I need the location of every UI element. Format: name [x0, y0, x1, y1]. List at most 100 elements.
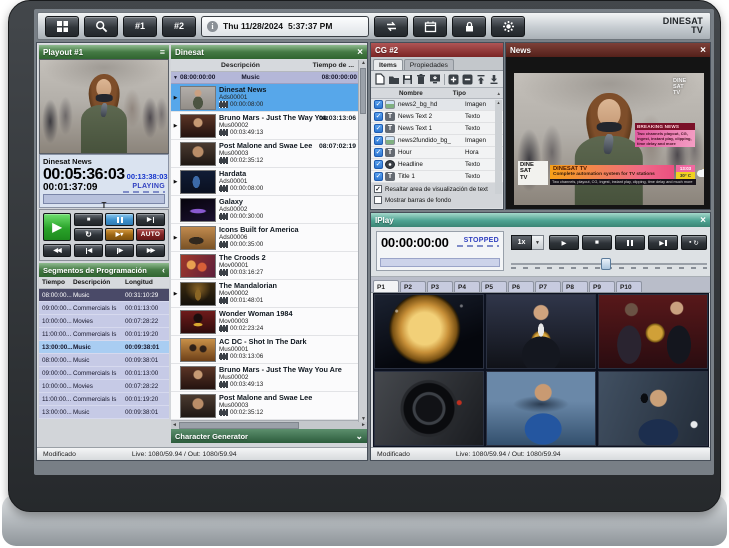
item-checkbox[interactable]: ✓	[374, 100, 383, 109]
segment-row[interactable]: 08:00:00...Music00:31:10:29	[39, 289, 169, 302]
cg-item-row[interactable]: ✓news2fundido_bg_Imagen	[371, 135, 503, 147]
scroll-left-icon[interactable]: ◄	[172, 422, 177, 428]
iplay-clip-trophy-handover[interactable]	[598, 294, 708, 369]
playlist-row[interactable]: ▶Bruno Mars - Just The Way YouMus0000200…	[171, 112, 367, 140]
iplay-titlebar[interactable]: IPlay ×	[371, 213, 710, 227]
loop-button[interactable]: ↻	[74, 228, 103, 241]
iplay-loop-button[interactable]: ▪↻	[681, 235, 707, 250]
iplay-clip-golden-ball[interactable]	[374, 294, 484, 369]
iplay-clip-driver-headset[interactable]	[598, 371, 708, 446]
step-back-button[interactable]: ◀	[74, 244, 103, 257]
step-forward-button[interactable]: ▶	[105, 244, 134, 257]
segment-row[interactable]: 13:00:00...Music00:09:38:01	[39, 341, 169, 354]
iplay-next-button[interactable]: ▶	[648, 235, 678, 250]
cg-item-row[interactable]: ✓news2_bg_hdImagen	[371, 99, 503, 111]
cg-add-button[interactable]	[448, 73, 460, 86]
segment-row[interactable]: 11:00:00...Commercials Is00:01:19:20	[39, 328, 169, 341]
item-checkbox[interactable]: ✓	[374, 112, 383, 121]
playout-titlebar[interactable]: Playout #1 ≡	[39, 45, 169, 59]
chevron-down-icon[interactable]: ▼	[173, 75, 178, 81]
item-checkbox[interactable]: ✓	[374, 160, 383, 169]
rewind-button[interactable]: ◀◀	[43, 244, 71, 257]
vertical-scrollbar[interactable]: ▲ ▼	[358, 60, 367, 422]
cg-new-button[interactable]	[374, 73, 386, 86]
item-checkbox[interactable]: ✓	[374, 124, 383, 133]
playlist-row[interactable]: ▶HardataAds0000100:00:08:00	[171, 168, 367, 196]
playlist-row[interactable]: AC DC - Shot In The DarkMus0000100:03:13…	[171, 336, 367, 364]
play-options-button[interactable]: ▶▾	[105, 228, 134, 241]
horizontal-scrollbar[interactable]: ◄ ►	[171, 420, 367, 429]
segment-row[interactable]: 10:00:00...Movies00:07:28:22	[39, 380, 169, 393]
playlist-row[interactable]: Bruno Mars - Just The Way You AreMus0000…	[171, 364, 367, 392]
playlist-row[interactable]: Wonder Woman 1984Mov0000300:02:23:24	[171, 308, 367, 336]
iplay-clip-black-watch[interactable]	[374, 371, 484, 446]
playlist-row[interactable]: The Croods 2Mov0000100:03:16:27	[171, 252, 367, 280]
item-checkbox[interactable]: ✓	[374, 172, 383, 181]
cg-titlebar[interactable]: CG #2	[371, 43, 503, 57]
segment-row[interactable]: 08:00:00...Music00:09:38:01	[39, 354, 169, 367]
segment-row[interactable]: 09:00:00...Commercials Is00:01:13:00	[39, 367, 169, 380]
pause-button[interactable]	[105, 213, 134, 226]
collapse-left-icon[interactable]: ‹	[162, 266, 165, 274]
tab-p4[interactable]: P4	[454, 281, 480, 292]
auto-button[interactable]: AUTO	[136, 228, 165, 241]
cg-move-top-button[interactable]	[475, 73, 487, 86]
cg-export-button[interactable]	[429, 73, 441, 86]
iplay-clip-messi-trophy[interactable]	[486, 294, 596, 369]
close-icon[interactable]: ×	[700, 216, 706, 225]
cg-item-row[interactable]: ✓TNews Text 1Texto	[371, 123, 503, 135]
stop-button[interactable]: ■	[74, 213, 103, 226]
search-button[interactable]	[84, 16, 118, 37]
dropdown-arrow-icon[interactable]: ▼	[532, 235, 544, 250]
fast-forward-button[interactable]: ▶▶	[136, 244, 165, 257]
slider-handle[interactable]	[601, 258, 611, 270]
cg-item-row[interactable]: ✓HeadlineTexto	[371, 159, 503, 171]
cg-move-bottom-button[interactable]	[488, 73, 500, 86]
menu-icon[interactable]: ≡	[160, 47, 165, 57]
workspace-1-button[interactable]: #1	[123, 16, 157, 37]
vscroll-thumb[interactable]	[360, 68, 366, 114]
tab-p3[interactable]: P3	[427, 281, 453, 292]
cg-scrollbar[interactable]: ▲	[495, 100, 502, 194]
play-button[interactable]: ▶	[43, 213, 71, 241]
playlist-row[interactable]: ▶Dinesat NewsAds0000100:00:08:00	[171, 84, 367, 112]
settings-button[interactable]	[491, 16, 525, 37]
close-icon[interactable]: ×	[357, 48, 363, 57]
tab-p1[interactable]: P1	[373, 280, 399, 292]
playlist-group-row[interactable]: ▼ 08:00:00:00 Music 08:00:00:00	[171, 72, 367, 84]
segment-row[interactable]: 11:00:00...Commercials Is00:01:19:20	[39, 393, 169, 406]
layout-tiles-button[interactable]	[45, 16, 79, 37]
character-generator-bar[interactable]: Character Generator ⌄	[171, 429, 367, 443]
hscroll-thumb[interactable]	[179, 422, 299, 429]
item-checkbox[interactable]: ✓	[374, 148, 383, 157]
tab-p5[interactable]: P5	[481, 281, 507, 292]
tab-p10[interactable]: P10	[616, 281, 642, 292]
segments-titlebar[interactable]: Segmentos de Programación ‹	[39, 263, 169, 277]
sort-arrow-icon[interactable]: ▲	[497, 91, 501, 96]
scroll-up-icon[interactable]: ▲	[359, 60, 368, 66]
playlist-row[interactable]: ▶Icons Built for AmericaAds0000600:00:35…	[171, 224, 367, 252]
tab-p8[interactable]: P8	[562, 281, 588, 292]
lock-button[interactable]	[452, 16, 486, 37]
tab-p6[interactable]: P6	[508, 281, 534, 292]
playlist-row[interactable]: Post Malone and Swae LeeMus0000300:02:35…	[171, 392, 367, 420]
segment-row[interactable]: 13:00:00...Music00:09:38:01	[39, 406, 169, 419]
seek-bar[interactable]: T	[43, 194, 165, 204]
segment-row[interactable]: 10:00:00...Movies00:07:28:22	[39, 315, 169, 328]
playlist-row[interactable]: ▶The MandalorianMov0000200:01:48:01	[171, 280, 367, 308]
tab-p9[interactable]: P9	[589, 281, 615, 292]
item-checkbox[interactable]: ✓	[374, 136, 383, 145]
shuttle-slider[interactable]	[511, 258, 707, 270]
swap-channels-button[interactable]	[374, 16, 408, 37]
cg-save-button[interactable]	[402, 73, 414, 86]
iplay-clip-driver-portrait[interactable]	[486, 371, 596, 446]
iplay-progress[interactable]	[380, 258, 500, 267]
playlist-row[interactable]: GalaxyAds0000200:00:30:00	[171, 196, 367, 224]
scroll-down-icon[interactable]: ▼	[359, 416, 368, 422]
skip-next-button[interactable]: ▶	[136, 213, 165, 226]
scroll-right-icon[interactable]: ►	[361, 422, 366, 428]
cg-item-row[interactable]: ✓TTitle 1Texto	[371, 171, 503, 183]
iplay-play-button[interactable]: ▶	[549, 235, 579, 250]
tab-items[interactable]: Items	[373, 59, 403, 70]
checkbox-mostrar[interactable]	[374, 196, 382, 204]
